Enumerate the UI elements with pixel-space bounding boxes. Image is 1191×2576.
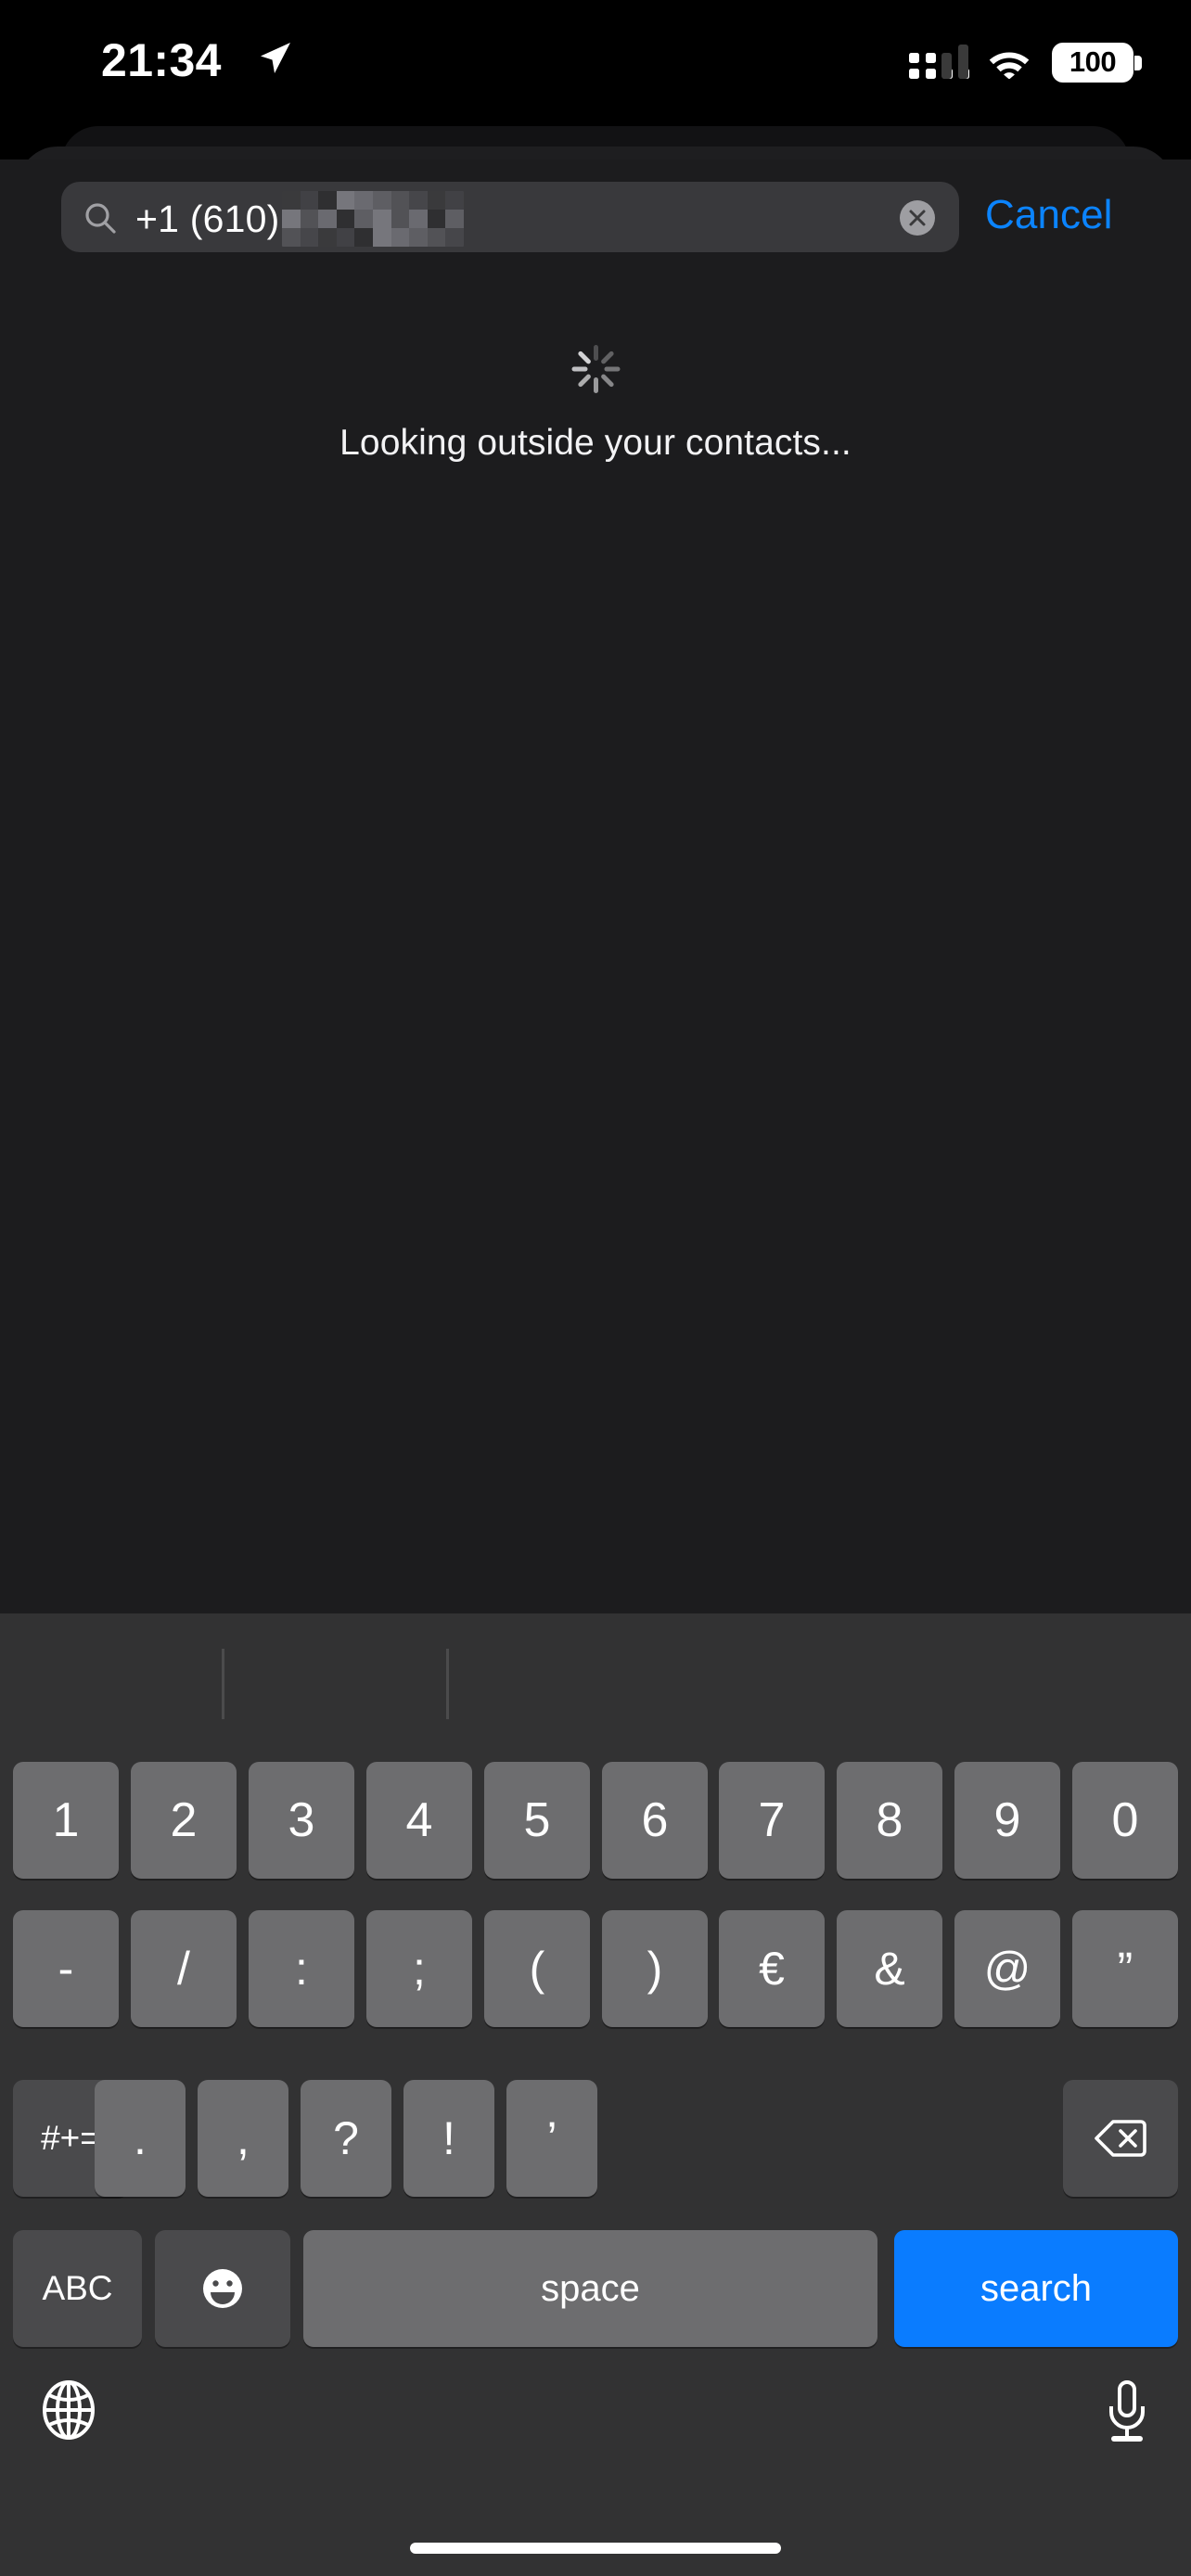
keyboard-row-numbers: 1234567890 (0, 1762, 1191, 1879)
backspace-delete-icon[interactable] (1063, 2080, 1178, 2197)
status-bar-indicators: 100 (909, 41, 1142, 83)
key-[interactable]: , (198, 2080, 288, 2197)
predictive-suggestion-1[interactable] (0, 1613, 223, 1754)
key-[interactable]: ( (484, 1910, 590, 2027)
key-[interactable]: ) (602, 1910, 708, 2027)
key-abc[interactable]: ABC (13, 2230, 142, 2347)
key-[interactable]: . (95, 2080, 186, 2197)
keyboard-row-bottom: ABC space search (0, 2230, 1191, 2347)
search-bar-row: +1 (610) Cancel (0, 182, 1191, 267)
cellular-signal-icon (909, 44, 969, 81)
key-8[interactable]: 8 (837, 1762, 942, 1879)
search-input-value: +1 (610) (135, 198, 280, 240)
key-[interactable]: @ (954, 1910, 1060, 2027)
loading-status-text: Looking outside your contacts... (339, 423, 852, 463)
redacted-phone-number (282, 191, 464, 247)
key-[interactable]: / (131, 1910, 237, 2027)
predictive-suggestion-3[interactable] (449, 1613, 672, 1754)
microphone-dictation-icon[interactable] (1104, 2379, 1150, 2444)
key-4[interactable]: 4 (366, 1762, 472, 1879)
emoji-smiley-icon[interactable] (155, 2230, 290, 2347)
key-9[interactable]: 9 (954, 1762, 1060, 1879)
key-6[interactable]: 6 (602, 1762, 708, 1879)
key-1[interactable]: 1 (13, 1762, 119, 1879)
search-icon (83, 201, 117, 235)
key-[interactable]: € (719, 1910, 825, 2027)
status-bar: 21:34 100 (0, 0, 1191, 122)
battery-level-label: 100 (1069, 45, 1117, 78)
predictive-text-bar (0, 1613, 1191, 1754)
cancel-button[interactable]: Cancel (985, 192, 1113, 238)
wifi-icon (987, 45, 1031, 80)
key-[interactable]: ; (366, 1910, 472, 2027)
key-[interactable]: - (13, 1910, 119, 2027)
activity-spinner-icon (570, 343, 621, 395)
home-indicator (410, 2543, 781, 2554)
search-sheet: +1 (610) Cancel Looking outside your con… (0, 159, 1191, 1613)
key-[interactable]: : (249, 1910, 354, 2027)
key-search[interactable]: search (894, 2230, 1178, 2347)
key-[interactable]: ! (403, 2080, 494, 2197)
status-bar-time: 21:34 (101, 34, 222, 86)
key-[interactable]: ? (301, 2080, 391, 2197)
globe-language-icon[interactable] (41, 2379, 96, 2441)
loading-state: Looking outside your contacts... (0, 343, 1191, 464)
key-7[interactable]: 7 (719, 1762, 825, 1879)
key-3[interactable]: 3 (249, 1762, 354, 1879)
key-[interactable]: ’ (506, 2080, 597, 2197)
clear-circle-icon[interactable] (900, 200, 935, 236)
battery-full-icon: 100 (1052, 42, 1142, 83)
search-input[interactable]: +1 (610) (61, 182, 959, 252)
keyboard-row-symbols: - /:;() € & @” (0, 1910, 1191, 2027)
key-2[interactable]: 2 (131, 1762, 237, 1879)
key-space[interactable]: space (303, 2230, 877, 2347)
key-5[interactable]: 5 (484, 1762, 590, 1879)
key-[interactable]: ” (1072, 1910, 1178, 2027)
onscreen-keyboard: 1234567890 - /:;() € & @” #+=.,?!’ ABC space s… (0, 1613, 1191, 2576)
key-[interactable]: & (837, 1910, 942, 2027)
keyboard-row-punctuation: #+=.,?!’ (0, 2080, 1191, 2197)
predictive-suggestion-2[interactable] (224, 1613, 447, 1754)
key-0[interactable]: 0 (1072, 1762, 1178, 1879)
location-arrow-icon (256, 39, 293, 76)
